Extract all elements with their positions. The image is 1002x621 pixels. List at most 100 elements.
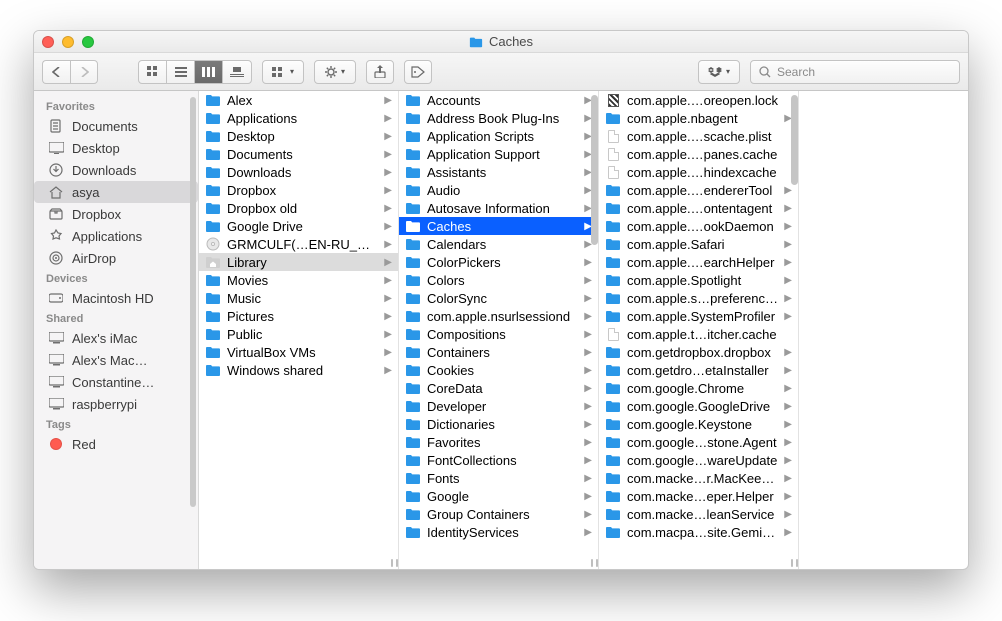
file-row[interactable]: com.apple.s…preferences▶: [599, 289, 798, 307]
file-row[interactable]: VirtualBox VMs▶: [199, 343, 398, 361]
file-row[interactable]: Assistants▶: [399, 163, 598, 181]
file-row[interactable]: com.apple.…panes.cache: [599, 145, 798, 163]
file-row[interactable]: Music▶: [199, 289, 398, 307]
file-row[interactable]: com.apple.Spotlight▶: [599, 271, 798, 289]
file-row[interactable]: com.apple.…hindexcache: [599, 163, 798, 181]
sidebar-item[interactable]: Documents: [34, 115, 198, 137]
file-row[interactable]: com.getdropbox.dropbox▶: [599, 343, 798, 361]
file-row[interactable]: com.apple.nsurlsessiond▶: [399, 307, 598, 325]
file-row[interactable]: Containers▶: [399, 343, 598, 361]
sidebar-item[interactable]: AirDrop: [34, 247, 198, 269]
file-row[interactable]: com.macpa…site.Gemini2▶: [599, 523, 798, 541]
file-row[interactable]: Dropbox old▶: [199, 199, 398, 217]
sidebar-item[interactable]: Alex's Mac…: [34, 349, 198, 371]
file-row[interactable]: Public▶: [199, 325, 398, 343]
file-row[interactable]: Application Scripts▶: [399, 127, 598, 145]
file-row[interactable]: com.google…wareUpdate▶: [599, 451, 798, 469]
sidebar-item[interactable]: Downloads: [34, 159, 198, 181]
file-row[interactable]: Developer▶: [399, 397, 598, 415]
file-row[interactable]: com.apple.…oreopen.lock: [599, 91, 798, 109]
file-row[interactable]: Pictures▶: [199, 307, 398, 325]
file-row[interactable]: GRMCULF(…EN-RU_DVD▶: [199, 235, 398, 253]
file-row[interactable]: Google▶: [399, 487, 598, 505]
action-button[interactable]: ▾: [314, 60, 356, 84]
file-row[interactable]: Caches▶: [399, 217, 598, 235]
tags-button[interactable]: [404, 60, 432, 84]
sidebar-item[interactable]: Applications: [34, 225, 198, 247]
sidebar-item[interactable]: Macintosh HD: [34, 287, 198, 309]
search-field[interactable]: Search: [750, 60, 960, 84]
file-row[interactable]: ColorSync▶: [399, 289, 598, 307]
file-row[interactable]: com.apple.…earchHelper▶: [599, 253, 798, 271]
file-row[interactable]: com.getdro…etaInstaller▶: [599, 361, 798, 379]
file-row[interactable]: com.macke…leanService▶: [599, 505, 798, 523]
close-window-button[interactable]: [42, 36, 54, 48]
file-row[interactable]: Compositions▶: [399, 325, 598, 343]
file-row[interactable]: Calendars▶: [399, 235, 598, 253]
file-row[interactable]: Alex▶: [199, 91, 398, 109]
sidebar-item[interactable]: Alex's iMac: [34, 327, 198, 349]
file-row[interactable]: Application Support▶: [399, 145, 598, 163]
file-row[interactable]: Favorites▶: [399, 433, 598, 451]
file-row[interactable]: Movies▶: [199, 271, 398, 289]
file-row[interactable]: com.google.Keystone▶: [599, 415, 798, 433]
zoom-window-button[interactable]: [82, 36, 94, 48]
file-row[interactable]: Fonts▶: [399, 469, 598, 487]
file-row[interactable]: CoreData▶: [399, 379, 598, 397]
file-row[interactable]: Dropbox▶: [199, 181, 398, 199]
file-row[interactable]: Dictionaries▶: [399, 415, 598, 433]
file-row[interactable]: com.apple.…endererTool▶: [599, 181, 798, 199]
sidebar-item[interactable]: asya: [34, 181, 198, 203]
file-row[interactable]: com.apple.…ookDaemon▶: [599, 217, 798, 235]
file-row[interactable]: Colors▶: [399, 271, 598, 289]
sidebar-item[interactable]: Desktop: [34, 137, 198, 159]
file-row[interactable]: com.macke…eper.Helper▶: [599, 487, 798, 505]
sidebar-item[interactable]: Dropbox: [34, 203, 198, 225]
file-row[interactable]: Downloads▶: [199, 163, 398, 181]
file-row[interactable]: Audio▶: [399, 181, 598, 199]
file-row[interactable]: com.apple.SystemProfiler▶: [599, 307, 798, 325]
file-row[interactable]: Library▶: [199, 253, 398, 271]
column-resize-handle[interactable]: [591, 559, 598, 567]
file-row[interactable]: com.apple.nbagent▶: [599, 109, 798, 127]
sidebar-scrollbar[interactable]: [190, 97, 196, 507]
file-row[interactable]: Autosave Information▶: [399, 199, 598, 217]
view-coverflow-button[interactable]: [223, 61, 251, 83]
column-resize-handle[interactable]: [391, 559, 398, 567]
file-row[interactable]: ColorPickers▶: [399, 253, 598, 271]
share-button[interactable]: [366, 60, 394, 84]
file-row[interactable]: Applications▶: [199, 109, 398, 127]
column-scrollbar[interactable]: [791, 95, 798, 185]
file-row[interactable]: Google Drive▶: [199, 217, 398, 235]
file-row[interactable]: com.apple.Safari▶: [599, 235, 798, 253]
sidebar-item[interactable]: Red: [34, 433, 198, 455]
dropbox-toolbar-button[interactable]: ▾: [698, 60, 740, 84]
sidebar-item[interactable]: raspberrypi: [34, 393, 198, 415]
back-button[interactable]: [42, 60, 70, 84]
file-row[interactable]: IdentityServices▶: [399, 523, 598, 541]
file-row[interactable]: com.apple.t…itcher.cache: [599, 325, 798, 343]
column-resize-handle[interactable]: [791, 559, 798, 567]
column-scrollbar[interactable]: [591, 95, 598, 245]
file-row[interactable]: Group Containers▶: [399, 505, 598, 523]
sidebar-item[interactable]: Constantine…: [34, 371, 198, 393]
file-row[interactable]: com.google.GoogleDrive▶: [599, 397, 798, 415]
minimize-window-button[interactable]: [62, 36, 74, 48]
file-row[interactable]: Cookies▶: [399, 361, 598, 379]
file-row[interactable]: Documents▶: [199, 145, 398, 163]
forward-button[interactable]: [70, 60, 98, 84]
view-icon-button[interactable]: [139, 61, 167, 83]
file-row[interactable]: Accounts▶: [399, 91, 598, 109]
file-row[interactable]: Windows shared▶: [199, 361, 398, 379]
file-row[interactable]: Desktop▶: [199, 127, 398, 145]
file-row[interactable]: FontCollections▶: [399, 451, 598, 469]
file-row[interactable]: com.apple.…ontentagent▶: [599, 199, 798, 217]
file-row[interactable]: com.google.Chrome▶: [599, 379, 798, 397]
view-columns-button[interactable]: [195, 61, 223, 83]
file-row[interactable]: com.google…stone.Agent▶: [599, 433, 798, 451]
view-list-button[interactable]: [167, 61, 195, 83]
file-row[interactable]: com.macke…r.MacKeeper▶: [599, 469, 798, 487]
file-row[interactable]: Address Book Plug-Ins▶: [399, 109, 598, 127]
file-row[interactable]: com.apple.…scache.plist: [599, 127, 798, 145]
arrange-button[interactable]: ▾: [262, 60, 304, 84]
